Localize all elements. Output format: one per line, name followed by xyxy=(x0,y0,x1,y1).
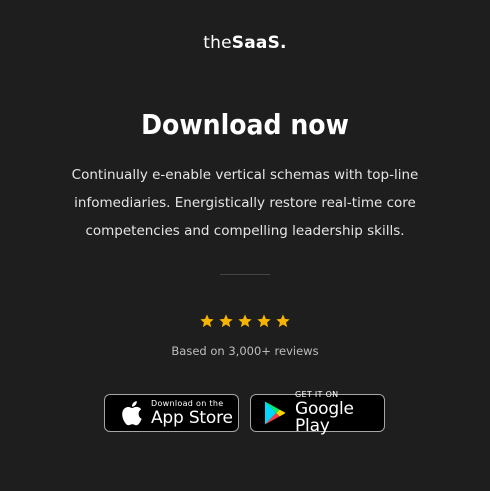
star-icon xyxy=(276,314,290,328)
app-store-label: App Store xyxy=(151,407,233,428)
star-icon xyxy=(200,314,214,328)
app-store-button[interactable]: Download on the App Store xyxy=(104,394,239,432)
logo-text-prefix: the xyxy=(203,33,232,53)
google-play-small-label: GET IT ON xyxy=(295,390,339,399)
star-icon xyxy=(238,314,252,328)
divider xyxy=(220,274,270,275)
reviews-count-text: Based on 3,000+ reviews xyxy=(171,344,319,358)
description-text: Continually e-enable vertical schemas wi… xyxy=(71,167,419,239)
logo-text-brand: SaaS. xyxy=(231,33,287,53)
brand-logo[interactable]: theSaaS. xyxy=(0,33,490,53)
rating-stars xyxy=(0,313,490,329)
google-play-button[interactable]: GET IT ON Google Play xyxy=(250,390,385,436)
star-icon xyxy=(219,314,233,328)
page-title: Download now xyxy=(141,108,349,141)
app-store-small-label: Download on the xyxy=(151,398,224,408)
google-play-icon xyxy=(265,401,286,425)
google-play-label: Google Play xyxy=(295,399,354,436)
apple-icon xyxy=(122,401,142,426)
star-icon xyxy=(257,314,271,328)
